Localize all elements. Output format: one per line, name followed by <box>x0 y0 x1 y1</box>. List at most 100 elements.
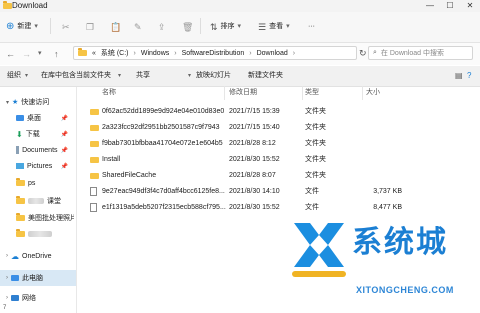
chevron-right-icon: › <box>6 275 8 281</box>
title-bar <box>0 0 480 12</box>
share-menu[interactable]: 共享 <box>136 71 150 81</box>
file-type: 文件夹 <box>305 108 326 115</box>
network-icon <box>11 295 19 301</box>
maximize-button[interactable]: ☐ <box>440 0 460 12</box>
breadcrumb-windows[interactable]: Windows <box>141 50 169 57</box>
refresh-icon[interactable]: ↻ <box>359 48 367 59</box>
up-icon[interactable]: ↑ <box>54 48 59 60</box>
include-in-library-menu[interactable]: 在库中包含当前文件夹 <box>41 71 111 81</box>
breadcrumb-overflow[interactable]: « <box>92 50 96 57</box>
search-icon: ⌕ <box>373 49 377 56</box>
pin-icon: 📌 <box>60 131 68 138</box>
table-row[interactable]: Install 2021/8/30 15:52 文件夹 <box>78 152 408 168</box>
more-label: ··· <box>308 23 315 30</box>
file-modified: 2021/8/30 15:52 <box>229 204 280 211</box>
rename-icon[interactable]: ✎ <box>134 20 142 34</box>
copy-icon[interactable]: ❐ <box>86 20 94 34</box>
file-name: SharedFileCache <box>102 172 157 179</box>
file-type: 文件夹 <box>305 124 326 131</box>
minimize-button[interactable]: — <box>420 0 440 12</box>
search-placeholder: 在 Download 中搜索 <box>380 50 444 57</box>
file-name: 0f62ac52dd1899e9d924e04e010d83e0 <box>102 108 225 115</box>
column-divider <box>362 86 363 100</box>
chevron-right-icon: › <box>292 49 296 57</box>
recent-dropdown-icon[interactable]: ▾ <box>38 48 42 60</box>
column-header-type[interactable]: 类型 <box>305 88 319 98</box>
divider <box>50 18 51 34</box>
watermark-logo-icon <box>292 223 346 277</box>
back-icon[interactable]: ← <box>6 48 15 60</box>
sidebar-item-downloads[interactable]: ⬇ 下载 📌 <box>0 126 76 142</box>
folder-icon <box>3 1 12 11</box>
more-button[interactable]: ··· <box>308 20 315 34</box>
sidebar-item-redacted[interactable] <box>0 226 76 242</box>
plus-icon: ⊕ <box>6 21 15 32</box>
organize-menu[interactable]: 组织 <box>7 71 21 81</box>
chevron-down-icon: ▾ <box>118 73 122 79</box>
new-folder-button[interactable]: 新建文件夹 <box>248 71 283 81</box>
sidebar-item-network[interactable]: › 网络 <box>0 290 76 306</box>
paste-icon[interactable]: 📋 <box>110 20 121 34</box>
file-icon <box>90 203 97 212</box>
table-row[interactable]: f9bab7301bfbbaa41704e072e1e604b5 2021/8/… <box>78 136 408 152</box>
file-modified: 2021/8/30 15:52 <box>229 156 280 163</box>
new-button[interactable]: ⊕ 新建 ▾ <box>6 20 38 34</box>
status-item-count: 7 <box>3 305 7 311</box>
sidebar-item-desktop[interactable]: 桌面 📌 <box>0 110 76 126</box>
chevron-down-icon: ▾ <box>237 23 242 30</box>
table-row[interactable]: 9e27eac949df3f4c7d0aff4bcc6125fe8... 202… <box>78 184 408 200</box>
table-row[interactable]: 0f62ac52dd1899e9d924e04e010d83e0 2021/7/… <box>78 104 408 120</box>
sort-icon: ⇅ <box>210 22 218 32</box>
table-row[interactable]: e1f1319a5deb5207f2315ecb588cf795... 2021… <box>78 200 408 216</box>
download-icon: ⬇ <box>16 129 23 139</box>
sort-label: 排序 <box>220 23 235 30</box>
sidebar-item-ps[interactable]: ps <box>0 175 76 191</box>
table-row[interactable]: 2a323fcc92df2951bb2501587c9f7943 2021/7/… <box>78 120 408 136</box>
watermark-text: 系统城 <box>352 225 448 260</box>
chevron-down-icon: ▾ <box>25 73 29 79</box>
folder-icon <box>16 213 25 221</box>
sidebar-item-classroom[interactable]: 课堂 <box>0 193 76 209</box>
column-header-name[interactable]: 名称 <box>102 88 116 98</box>
delete-icon[interactable]: 🗑 <box>182 20 193 34</box>
help-icon[interactable]: ? <box>467 71 471 81</box>
share-icon[interactable]: ⇪ <box>158 20 166 34</box>
column-header-modified[interactable]: 修改日期 <box>229 88 257 98</box>
view-button[interactable]: ☰ 查看 ▾ <box>258 20 290 34</box>
file-modified: 2021/8/28 8:07 <box>229 172 276 179</box>
breadcrumb-download[interactable]: Download <box>257 50 288 57</box>
sidebar-item-pictures[interactable]: Pictures 📌 <box>0 158 76 174</box>
folder-icon <box>16 178 25 186</box>
sidebar-item-quick-access[interactable]: ▾ ★ 快速访问 <box>0 94 76 110</box>
file-modified: 2021/7/15 15:39 <box>229 108 280 115</box>
sort-button[interactable]: ⇅ 排序 ▾ <box>210 20 241 34</box>
column-header-size[interactable]: 大小 <box>366 88 380 98</box>
sidebar-item-label: OneDrive <box>22 252 52 260</box>
forward-icon[interactable]: → <box>22 48 31 60</box>
sidebar-item-this-pc[interactable]: › 此电脑 <box>0 270 76 286</box>
folder-icon <box>90 141 99 147</box>
sidebar-item-label: 桌面 <box>27 115 41 122</box>
chevron-right-icon: › <box>6 295 8 301</box>
chevron-down-icon: ▾ <box>188 73 192 79</box>
slideshow-button[interactable]: 放映幻灯片 <box>196 71 231 81</box>
file-type: 文件夹 <box>305 140 326 147</box>
close-button[interactable]: ✕ <box>460 0 480 12</box>
cut-icon[interactable]: ✂ <box>62 20 70 34</box>
watermark-url: XITONGCHENG.COM <box>356 285 454 295</box>
search-input[interactable]: ⌕ 在 Download 中搜索 <box>368 46 473 60</box>
breadcrumb-drive[interactable]: 系统 (C:) <box>101 48 129 58</box>
chevron-right-icon: › <box>174 49 177 57</box>
sidebar-item-documents[interactable]: Documents 📌 <box>0 142 76 158</box>
address-bar[interactable]: « 系统 (C:) › Windows › SoftwareDistributi… <box>73 46 357 60</box>
folder-icon <box>16 229 25 237</box>
redacted-text <box>28 231 52 237</box>
table-row[interactable]: SharedFileCache 2021/8/28 8:07 文件夹 <box>78 168 408 184</box>
layout-icon[interactable]: ▤ <box>455 71 463 81</box>
folder-icon <box>78 48 87 56</box>
sidebar-item-meitu[interactable]: 美图批处理照片 <box>0 210 76 226</box>
breadcrumb-softwaredistribution[interactable]: SoftwareDistribution <box>182 50 245 57</box>
file-modified: 2021/8/28 8:12 <box>229 140 276 147</box>
folder-icon <box>90 157 99 163</box>
sidebar-item-onedrive[interactable]: › ☁ OneDrive <box>0 248 76 264</box>
